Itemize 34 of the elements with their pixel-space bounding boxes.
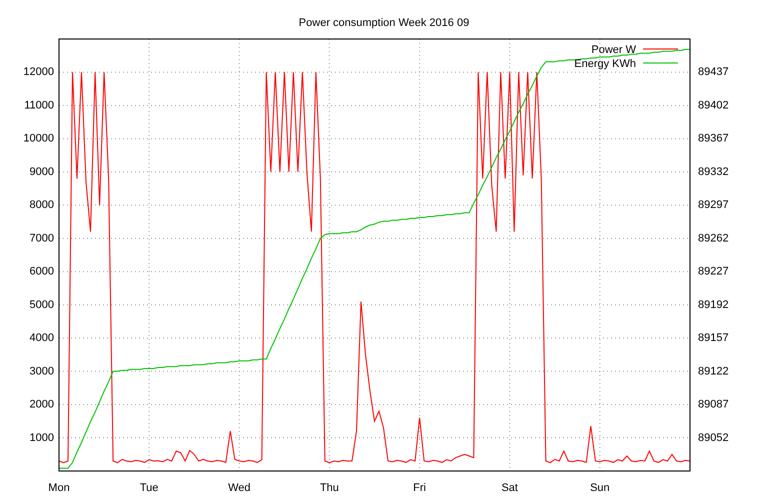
axis-tick-label: Sun (590, 482, 610, 494)
axis-tick-label: 8000 (30, 199, 54, 212)
axis-tick-label: 89437 (698, 66, 729, 78)
axis-tick-label: Wed (228, 482, 250, 494)
axis-tick-label: 1000 (30, 432, 54, 444)
axis-tick-label: 7000 (30, 232, 54, 244)
axis-tick-label: 9000 (30, 166, 54, 178)
axis-tick-label: 12000 (23, 66, 54, 78)
legend-label: Energy KWh (574, 58, 636, 70)
axis-tick-label: 89402 (698, 99, 729, 112)
axis-tick-label: 10000 (23, 132, 54, 145)
axis-tick-label: 3000 (30, 365, 54, 378)
axis-tick-label: Tue (140, 482, 158, 494)
axis-tick-label: 5000 (30, 298, 54, 311)
axis-tick-label: 89052 (698, 432, 729, 444)
legend-label: Power W (591, 44, 636, 56)
axis-tick-label: 89367 (698, 132, 729, 145)
axis-tick-label: 11000 (24, 99, 54, 112)
axis-tick-label: Sat (501, 482, 518, 494)
axis-tick-label: 89227 (698, 266, 729, 278)
axis-tick-label: 89087 (698, 398, 729, 411)
axis-tick-label: 89332 (698, 166, 729, 178)
chart-title: Power consumption Week 2016 09 (298, 16, 470, 30)
axis-tick-label: Mon (48, 482, 70, 494)
axis-tick-label: 6000 (30, 266, 54, 278)
axis-tick-label: 4000 (30, 332, 54, 344)
axis-tick-label: Thu (320, 482, 339, 494)
axis-tick-label: Fri (413, 482, 426, 494)
axis-tick-label: 2000 (30, 398, 54, 411)
axis-tick-label: 89297 (698, 199, 729, 212)
axis-tick-label: 89262 (698, 232, 729, 244)
axis-tick-label: 89192 (698, 298, 729, 311)
axis-tick-label: 89122 (698, 365, 729, 378)
axis-tick-label: 89157 (698, 332, 729, 344)
